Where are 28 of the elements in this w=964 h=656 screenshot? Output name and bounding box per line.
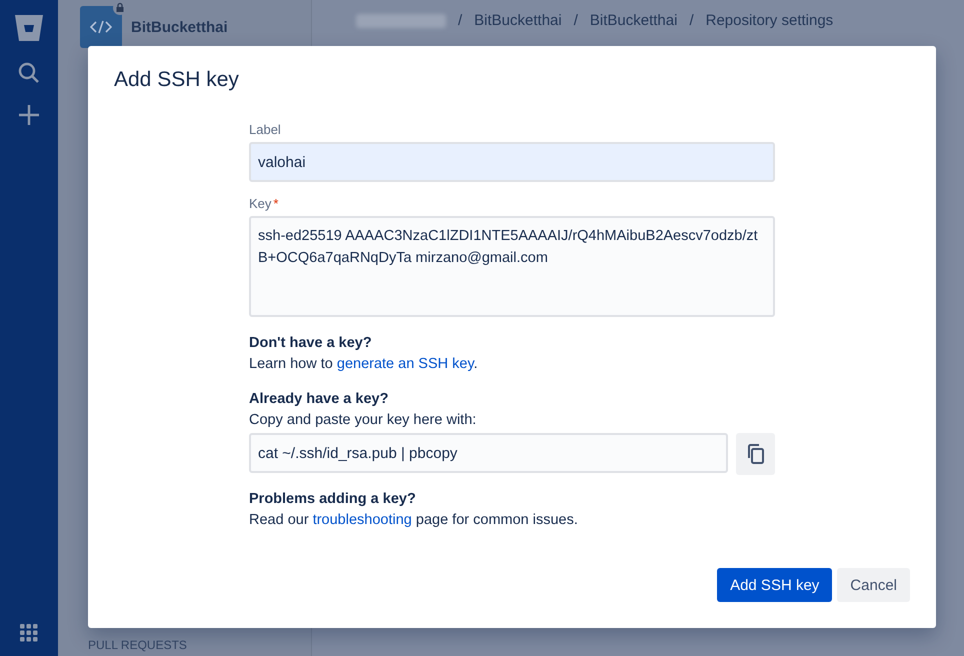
breadcrumb-separator: / <box>689 12 694 29</box>
help-heading: Problems adding a key? <box>249 490 417 509</box>
help-heading: Already have a key? <box>249 390 390 409</box>
command-field[interactable]: cat ~/.ssh/id_rsa.pub | pbcopy <box>249 433 728 473</box>
help-text: Read our troubleshooting page for common issues. <box>249 511 579 530</box>
copy-icon <box>746 444 764 464</box>
cancel-button[interactable]: Cancel <box>837 568 910 602</box>
breadcrumb-separator: / <box>458 12 462 29</box>
dialog-title: Add SSH key <box>114 68 240 92</box>
help-text: Learn how to generate an SSH key. <box>249 355 479 374</box>
code-icon <box>90 20 112 34</box>
breadcrumb-separator: / <box>574 12 578 29</box>
bucket-logo-icon[interactable] <box>14 14 44 42</box>
label-input[interactable]: valohai <box>249 142 775 182</box>
help-link[interactable]: generate an SSH key <box>336 356 474 372</box>
copy-button[interactable] <box>736 433 775 475</box>
help-heading: Don't have a key? <box>249 334 373 353</box>
help-link[interactable]: troubleshooting <box>312 512 412 528</box>
field-label: Label <box>249 122 282 137</box>
search-icon[interactable] <box>18 62 40 84</box>
field-label: Key <box>249 196 272 211</box>
required-marker: * <box>273 196 278 211</box>
submit-button[interactable]: Add SSH key <box>717 568 832 602</box>
key-textarea[interactable]: ssh-ed25519 AAAAC3NzaC1lZDI1NTE5AAAAIJ/rQ4hMAibuB2Aescv7odzb/ztB+OCQ6a7qaRNqDyTa mirzano@gmail.com <box>249 216 775 317</box>
help-text: Copy and paste your key here with: <box>249 411 478 430</box>
plus-icon[interactable] <box>18 104 40 126</box>
app-grid-icon[interactable] <box>20 624 38 642</box>
section-heading: PULL REQUESTS <box>88 638 188 652</box>
